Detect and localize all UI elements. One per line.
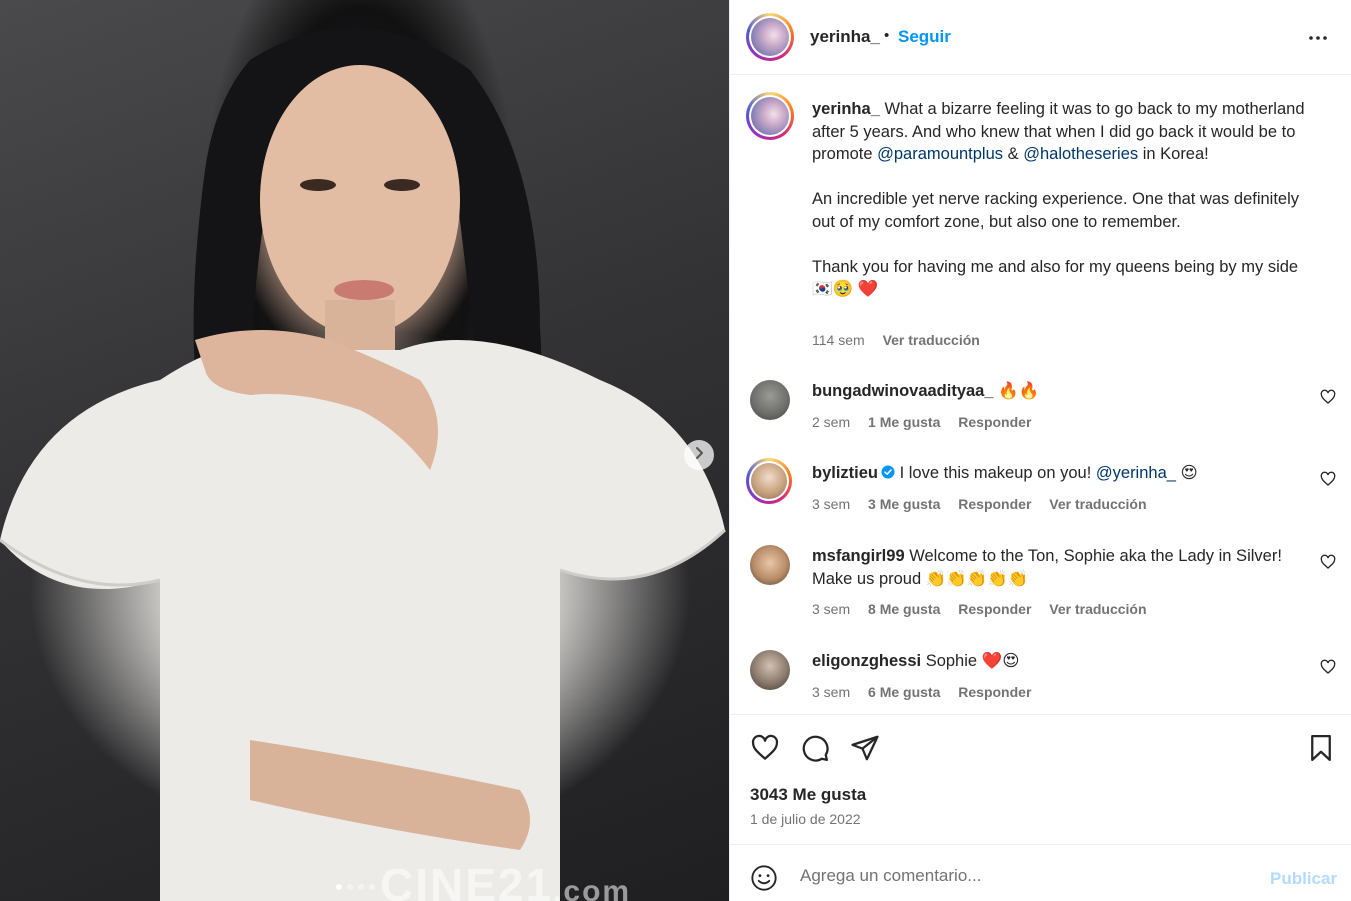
- post-date: 1 de julio de 2022: [750, 811, 861, 827]
- comment-time: 2 sem: [812, 414, 851, 430]
- caption-meta: 114 sem Ver traducción: [812, 332, 994, 348]
- like-button[interactable]: [750, 733, 780, 763]
- translate-link[interactable]: Ver traducción: [883, 332, 980, 348]
- caption-body: &: [1003, 145, 1024, 163]
- avatar[interactable]: [750, 650, 790, 690]
- likes-count[interactable]: 3043 Me gusta: [750, 785, 866, 805]
- comment-like-button[interactable]: [1320, 659, 1336, 675]
- comment-likes[interactable]: 1 Me gusta: [868, 414, 940, 430]
- comment-body: I love this makeup on you!: [895, 464, 1096, 482]
- chevron-right-icon: [692, 446, 706, 465]
- more-horizontal-icon: [1306, 36, 1330, 54]
- comment-text: byliztieu I love this makeup on you! @ye…: [812, 462, 1312, 485]
- comment-meta: 3 sem 3 Me gusta Responder Ver traducció…: [812, 496, 1161, 512]
- reply-button[interactable]: Responder: [958, 684, 1031, 700]
- comment-like-button[interactable]: [1320, 389, 1336, 405]
- carousel-dot: [358, 884, 364, 890]
- carousel-next-button[interactable]: [684, 440, 714, 470]
- header-separator: •: [884, 27, 890, 44]
- save-button[interactable]: [1306, 733, 1336, 763]
- caption-time: 114 sem: [812, 332, 865, 348]
- publish-button[interactable]: Publicar: [1270, 869, 1337, 889]
- comment-like-button[interactable]: [1320, 471, 1336, 487]
- comment-likes[interactable]: 3 Me gusta: [868, 496, 940, 512]
- mention-link[interactable]: @yerinha_: [1096, 464, 1176, 482]
- avatar[interactable]: [750, 380, 790, 420]
- header-username[interactable]: yerinha_: [810, 27, 880, 47]
- heart-icon: [750, 734, 780, 767]
- reply-button[interactable]: Responder: [958, 414, 1031, 430]
- caption-body: in Korea!: [1138, 145, 1209, 163]
- emoji-icon: [750, 865, 778, 896]
- post-photo[interactable]: CINE21.com: [0, 0, 729, 901]
- comment-username[interactable]: msfangirl99: [812, 547, 905, 565]
- translate-link[interactable]: Ver traducción: [1049, 601, 1146, 617]
- carousel-indicator: [336, 884, 375, 890]
- mention-link[interactable]: @halotheseries: [1023, 145, 1138, 163]
- comment-icon: [800, 735, 830, 767]
- avatar[interactable]: [746, 458, 792, 504]
- comment-likes[interactable]: 8 Me gusta: [868, 601, 940, 617]
- share-button[interactable]: [850, 733, 880, 763]
- comment-body: 😍: [1175, 464, 1198, 482]
- emoji-button[interactable]: [750, 864, 778, 892]
- caption-text: yerinha_ What a bizarre feeling it was t…: [812, 98, 1322, 301]
- carousel-dot: [369, 884, 375, 890]
- heart-icon: [1320, 471, 1336, 491]
- comment-text: eligonzghessi Sophie ❤️😍: [812, 650, 1312, 673]
- comments-scroll-area[interactable]: yerinha_ What a bizarre feeling it was t…: [730, 76, 1351, 714]
- caption-username[interactable]: yerinha_: [812, 100, 880, 118]
- reply-button[interactable]: Responder: [958, 496, 1031, 512]
- comment-input[interactable]: [798, 861, 1262, 891]
- carousel-dot: [347, 884, 353, 890]
- send-icon: [850, 735, 880, 767]
- reply-button[interactable]: Responder: [958, 601, 1031, 617]
- comment-username[interactable]: eligonzghessi: [812, 652, 921, 670]
- caption-paragraph: Thank you for having me and also for my …: [812, 257, 1299, 299]
- heart-icon: [1320, 554, 1336, 574]
- avatar[interactable]: [746, 13, 794, 61]
- photo-watermark: CINE21.com: [380, 859, 632, 901]
- avatar[interactable]: [750, 545, 790, 585]
- comment-time: 3 sem: [812, 496, 851, 512]
- caption-paragraph: An incredible yet nerve racking experien…: [812, 190, 1300, 231]
- heart-icon: [1320, 659, 1336, 679]
- comment-username[interactable]: byliztieu: [812, 464, 878, 482]
- comment-meta: 3 sem 8 Me gusta Responder Ver traducció…: [812, 601, 1161, 617]
- add-comment-bar: Publicar: [730, 844, 1351, 901]
- comment-time: 3 sem: [812, 684, 851, 700]
- comment-meta: 3 sem 6 Me gusta Responder: [812, 684, 1045, 700]
- comment-username[interactable]: bungadwinovaadityaa_: [812, 382, 994, 400]
- post-details-panel: yerinha_ • Seguir yerinha_ What a bizarr…: [729, 0, 1351, 901]
- post-header: yerinha_ • Seguir: [730, 0, 1351, 75]
- comment-likes[interactable]: 6 Me gusta: [868, 684, 940, 700]
- bookmark-icon: [1306, 735, 1336, 767]
- follow-button[interactable]: Seguir: [898, 27, 951, 47]
- comment-meta: 2 sem 1 Me gusta Responder: [812, 414, 1045, 430]
- comment-body: Sophie ❤️😍: [921, 652, 1020, 670]
- mention-link[interactable]: @paramountplus: [877, 145, 1003, 163]
- comment-like-button[interactable]: [1320, 554, 1336, 570]
- heart-icon: [1320, 389, 1336, 409]
- translate-link[interactable]: Ver traducción: [1049, 496, 1146, 512]
- comment-button[interactable]: [800, 733, 830, 763]
- comment-text: bungadwinovaadityaa_ 🔥🔥: [812, 380, 1312, 403]
- comment-text: msfangirl99 Welcome to the Ton, Sophie a…: [812, 545, 1312, 590]
- more-options-button[interactable]: [1306, 26, 1330, 50]
- verified-badge-icon: [881, 463, 895, 479]
- comment-body: 🔥🔥: [993, 382, 1040, 400]
- comment-time: 3 sem: [812, 601, 851, 617]
- portrait-illustration: [0, 27, 727, 901]
- post-actions: 3043 Me gusta 1 de julio de 2022: [730, 714, 1351, 844]
- carousel-dot: [336, 884, 342, 890]
- avatar[interactable]: [746, 92, 794, 140]
